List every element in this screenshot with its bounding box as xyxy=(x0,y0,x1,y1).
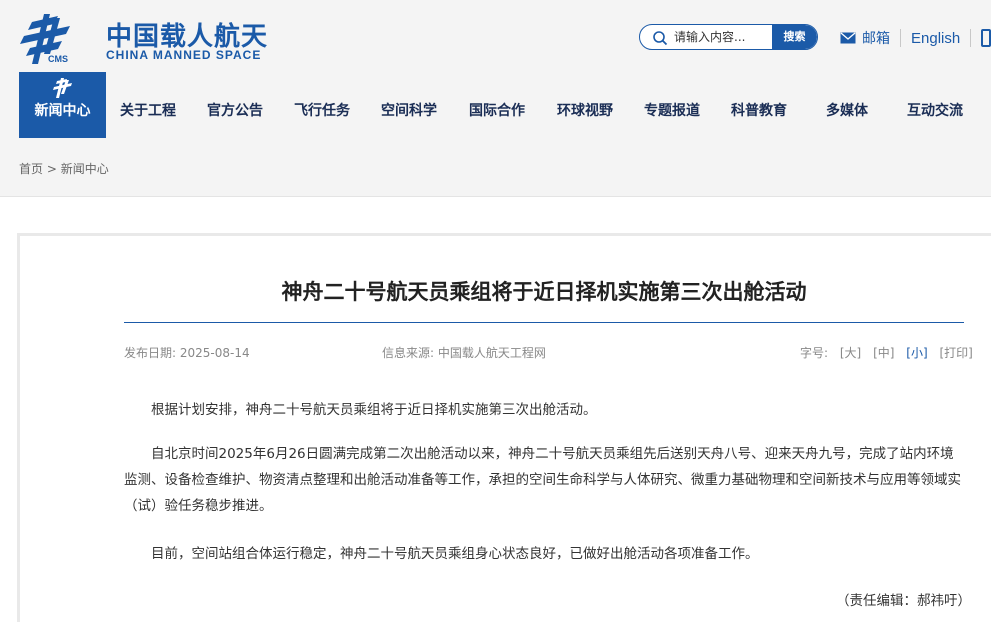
cms-small-logo-icon xyxy=(53,78,72,98)
article-paragraph: 根据计划安排，神舟二十号航天员乘组将于近日择机实施第三次出舱活动。 xyxy=(151,402,597,418)
nav-item-announcements[interactable]: 官方公告 xyxy=(207,100,263,120)
nav-item-about[interactable]: 关于工程 xyxy=(120,100,176,120)
cms-logo-icon: CMS xyxy=(20,14,70,64)
breadcrumb-separator: > xyxy=(46,162,57,176)
font-size-controls: 字号: [大] [中] [小] [打印] xyxy=(800,344,973,361)
site-header: CMS 中国载人航天 CHINA MANNED SPACE 搜索 邮箱 Engl… xyxy=(0,0,991,196)
font-size-small-button[interactable]: [小] xyxy=(906,346,927,360)
article-paragraph: 自北京时间2025年6月26日圆满完成第二次出舱活动以来，神舟二十号航天员乘组先… xyxy=(124,446,961,514)
breadcrumb: 首页 > 新闻中心 xyxy=(19,160,109,177)
divider xyxy=(900,29,901,47)
nav-item-global-view[interactable]: 环球视野 xyxy=(557,100,613,120)
nav-item-space-science[interactable]: 空间科学 xyxy=(381,100,437,120)
breadcrumb-current-link[interactable]: 新闻中心 xyxy=(61,162,109,176)
nav-item-international[interactable]: 国际合作 xyxy=(469,100,525,120)
search-box: 搜索 xyxy=(639,24,818,50)
english-link[interactable]: English xyxy=(911,30,960,47)
font-size-large-button[interactable]: [大] xyxy=(840,346,861,360)
search-button[interactable]: 搜索 xyxy=(772,25,817,49)
search-icon xyxy=(653,31,668,46)
mail-link[interactable]: 邮箱 xyxy=(862,28,890,48)
publish-date: 发布日期: 2025-08-14 xyxy=(124,346,250,360)
main-nav: 新闻中心 关于工程 官方公告 飞行任务 空间科学 国际合作 环球视野 专题报道 … xyxy=(0,72,991,138)
mail-icon xyxy=(840,32,856,44)
nav-item-multimedia[interactable]: 多媒体 xyxy=(826,100,868,120)
search-input[interactable] xyxy=(674,28,774,46)
font-size-label: 字号: xyxy=(800,346,829,360)
divider xyxy=(970,29,972,47)
site-logo[interactable]: CMS 中国载人航天 CHINA MANNED SPACE xyxy=(18,12,267,64)
article-paragraph: 目前，空间站组合体运行稳定，神舟二十号航天员乘组身心状态良好，已做好出舱活动各项… xyxy=(151,546,759,562)
logo-mark-text: CMS xyxy=(48,54,68,64)
title-divider xyxy=(124,322,964,323)
nav-item-education[interactable]: 科普教育 xyxy=(731,100,787,120)
print-button[interactable]: [打印] xyxy=(939,346,972,360)
nav-item-label: 新闻中心 xyxy=(34,103,91,119)
nav-item-missions[interactable]: 飞行任务 xyxy=(294,100,350,120)
top-links: 邮箱 English xyxy=(840,26,991,50)
responsible-editor: （责任编辑：郝祎吁） xyxy=(836,593,971,609)
article-title: 神舟二十号航天员乘组将于近日择机实施第三次出舱活动 xyxy=(281,280,807,304)
nav-item-interaction[interactable]: 互动交流 xyxy=(907,100,963,120)
logo-english-name: CHINA MANNED SPACE xyxy=(106,48,262,62)
nav-item-news-center[interactable]: 新闻中心 xyxy=(19,72,106,138)
nav-item-special-reports[interactable]: 专题报道 xyxy=(644,100,700,120)
breadcrumb-home-link[interactable]: 首页 xyxy=(19,162,43,176)
font-size-medium-button[interactable]: [中] xyxy=(873,346,894,360)
article-source: 信息来源: 中国载人航天工程网 xyxy=(382,346,546,360)
mobile-icon[interactable] xyxy=(981,29,991,47)
